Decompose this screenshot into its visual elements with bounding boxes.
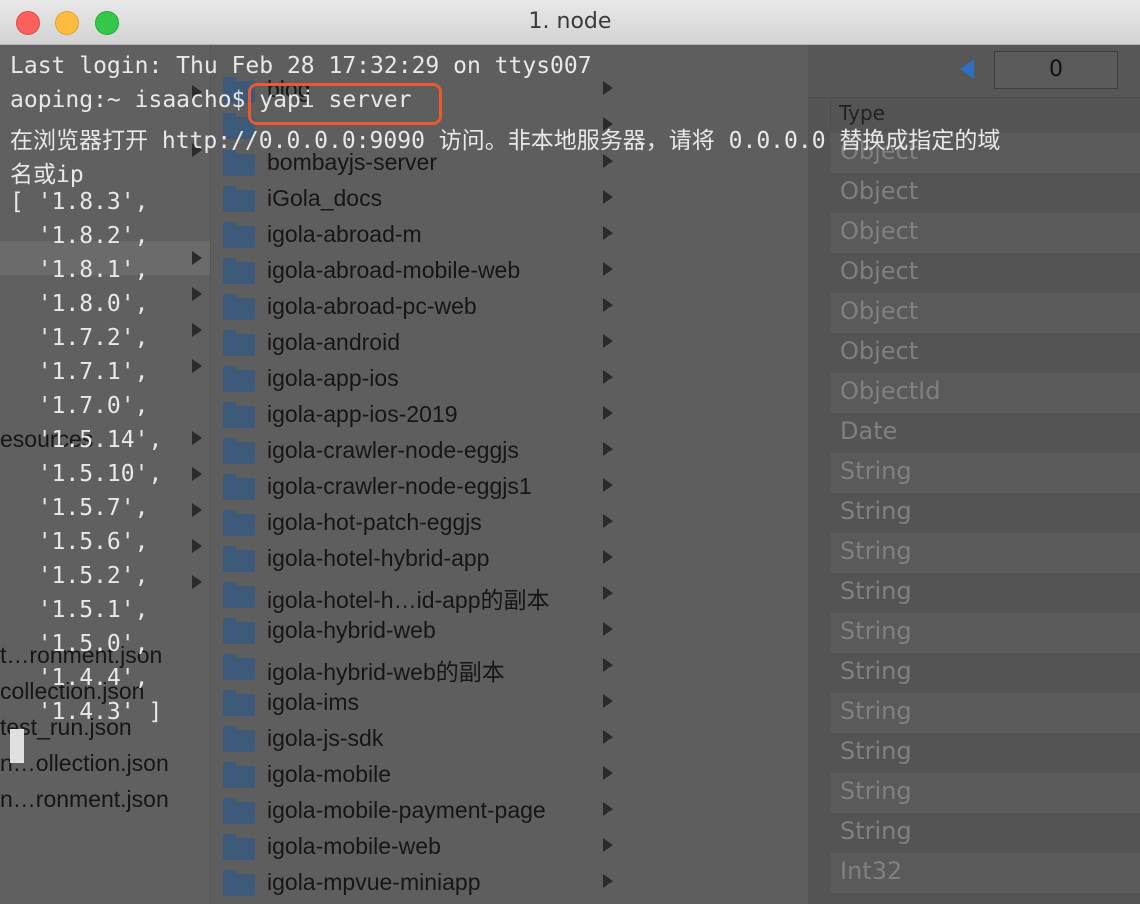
- terminal-line: '1.5.10',: [10, 461, 163, 487]
- terminal-line: '1.7.1',: [10, 359, 149, 385]
- terminal-line: '1.5.6',: [10, 529, 149, 555]
- command-highlight-box: [248, 83, 442, 125]
- terminal-line: 名或ip: [10, 162, 84, 188]
- terminal-line: '1.5.7',: [10, 495, 149, 521]
- title-bar[interactable]: 1. node: [0, 0, 1140, 45]
- terminal-line: '1.8.2',: [10, 223, 149, 249]
- terminal-line: '1.8.0',: [10, 291, 149, 317]
- terminal-line: '1.7.2',: [10, 325, 149, 351]
- terminal-line: '1.7.0',: [10, 393, 149, 419]
- terminal-line: '1.4.4',: [10, 665, 149, 691]
- terminal-line: '1.8.1',: [10, 257, 149, 283]
- terminal-line: [ '1.8.3',: [10, 189, 149, 215]
- window-title: 1. node: [528, 9, 612, 34]
- terminal-line: '1.5.0',: [10, 631, 149, 657]
- terminal-line: 在浏览器打开 http://0.0.0.0:9090 访问。非本地服务器，请将 …: [10, 128, 1001, 154]
- terminal-line: '1.5.2',: [10, 563, 149, 589]
- terminal-line: '1.4.3' ]: [10, 699, 163, 725]
- terminal-cursor: [10, 729, 24, 763]
- terminal-content[interactable]: esources t…ronment.json collection.json …: [0, 45, 1140, 904]
- terminal-output[interactable]: Last login: Thu Feb 28 17:32:29 on ttys0…: [10, 45, 1140, 904]
- terminal-line: '1.5.1',: [10, 597, 149, 623]
- terminal-window: 1. node esources t…ronment.json collecti…: [0, 0, 1140, 904]
- terminal-line: '1.5.14',: [10, 427, 163, 453]
- terminal-line: Last login: Thu Feb 28 17:32:29 on ttys0…: [10, 53, 592, 79]
